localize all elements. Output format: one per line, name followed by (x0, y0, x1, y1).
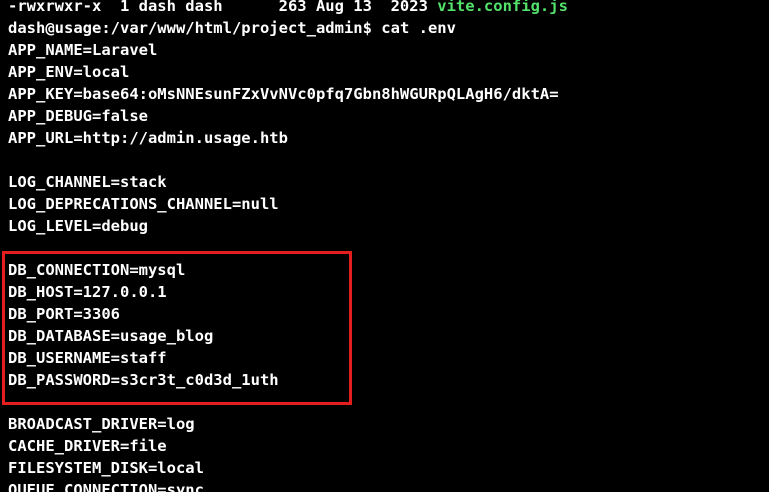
env-line: APP_URL=http://admin.usage.htb (8, 129, 288, 147)
env-line: QUEUE_CONNECTION=sync (8, 481, 204, 492)
env-line: APP_KEY=base64:oMsNNEsunFZxVvNVc0pfq7Gbn… (8, 85, 559, 103)
env-line: LOG_DEPRECATIONS_CHANNEL=null (8, 195, 279, 213)
typed-command: cat .env (381, 19, 456, 37)
env-line-db-password: DB_PASSWORD=s3cr3t_c0d3d_1uth (8, 371, 279, 389)
env-line: LOG_LEVEL=debug (8, 217, 148, 235)
env-line: APP_DEBUG=false (8, 107, 148, 125)
env-line: CACHE_DRIVER=file (8, 437, 167, 455)
terminal-window[interactable]: -rwxrwxr-x 1 dash dash 263 Aug 13 2023 v… (0, 0, 769, 492)
env-line: FILESYSTEM_DISK=local (8, 459, 204, 477)
env-line-db: DB_PORT=3306 (8, 305, 120, 323)
ls-output-line: -rwxrwxr-x 1 dash dash 263 Aug 13 2023 v… (8, 0, 568, 17)
env-line: APP_ENV=local (8, 63, 130, 81)
env-line-db: DB_HOST=127.0.0.1 (8, 283, 167, 301)
shell-prompt: dash@usage:/var/www/html/project_admin$ (8, 19, 382, 37)
ls-filename-executable: vite.config.js (437, 0, 568, 15)
env-line: APP_NAME=Laravel (8, 41, 158, 59)
env-line-db: DB_DATABASE=usage_blog (8, 327, 214, 345)
env-line-db: DB_USERNAME=staff (8, 349, 167, 367)
ls-line-prefix: -rwxrwxr-x 1 dash dash 263 Aug 13 2023 (8, 0, 438, 15)
env-line: BROADCAST_DRIVER=log (8, 415, 195, 433)
env-line-db: DB_CONNECTION=mysql (8, 261, 186, 279)
env-line: LOG_CHANNEL=stack (8, 173, 167, 191)
prompt-line: dash@usage:/var/www/html/project_admin$ … (8, 17, 456, 39)
